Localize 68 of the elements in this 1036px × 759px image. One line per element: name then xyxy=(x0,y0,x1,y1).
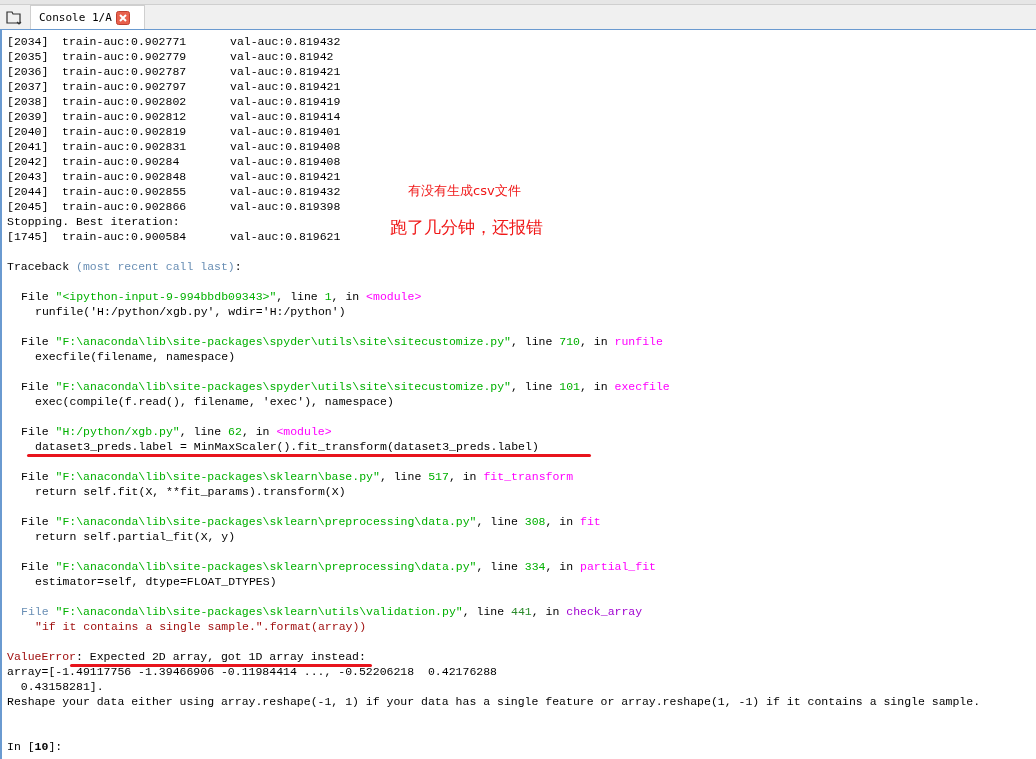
code-line: exec(compile(f.read(), filename, 'exec'), namespace) xyxy=(35,395,394,408)
console-tab[interactable]: Console 1/A xyxy=(30,5,145,29)
code-line: dataset3_preds.label = MinMaxScaler().fit_transform(dataset3_preds.label) xyxy=(35,440,539,453)
code-line: estimator=self, dtype=FLOAT_DTYPES) xyxy=(35,575,277,588)
traceback-file-line: File "H:/python/xgb.py", line 62, in <module> xyxy=(21,424,332,439)
annotation-text: 有没有生成csv文件 xyxy=(408,182,521,200)
iteration-index: [2037] xyxy=(7,79,50,94)
train-auc-value: train-auc:0.902819 xyxy=(62,124,188,139)
val-auc-value: val-auc:0.819421 xyxy=(230,64,341,79)
error-name: ValueError xyxy=(7,649,76,664)
code-line: return self.fit(X, **fit_params).transform(X) xyxy=(35,485,346,498)
output-line: Stopping. Best iteration: xyxy=(7,214,180,229)
val-auc-value: val-auc:0.819414 xyxy=(230,109,341,124)
val-auc-value: val-auc:0.819408 xyxy=(230,139,341,154)
output-line: 0.43158281]. xyxy=(19,679,104,694)
train-auc-value: train-auc:0.90284 xyxy=(62,154,181,169)
error-message: : Expected 2D array, got 1D array instead: xyxy=(76,650,366,663)
val-auc-value: val-auc:0.819621 xyxy=(230,229,341,244)
iteration-index: [2043] xyxy=(7,169,50,184)
traceback-file-line: File "F:\anaconda\lib\site-packages\sklearn\base.py", line 517, in fit_transform xyxy=(21,469,574,484)
code-line: execfile(filename, namespace) xyxy=(35,350,236,363)
code-line: "if it contains a single sample.".format(array)) xyxy=(35,619,367,634)
folder-icon[interactable] xyxy=(6,10,22,25)
output-line: Reshape your data either using array.reshape(-1, 1) if your data has a single feature or array.reshape(1, -1) if it contains a single sample. xyxy=(7,694,981,709)
iteration-index: [1745] xyxy=(7,229,50,244)
val-auc-value: val-auc:0.819419 xyxy=(230,94,341,109)
traceback-file-line: File "F:\anaconda\lib\site-packages\spyder\utils\site\sitecustomize.py", line 101, in execfile xyxy=(21,379,670,394)
train-auc-value: train-auc:0.902866 xyxy=(62,199,188,214)
iteration-index: [2040] xyxy=(7,124,50,139)
val-auc-value: val-auc:0.819408 xyxy=(230,154,341,169)
val-auc-value: val-auc:0.819432 xyxy=(230,34,341,49)
iteration-index: [2038] xyxy=(7,94,50,109)
traceback-file-line: File "F:\anaconda\lib\site-packages\sklearn\utils\validation.py", line 441, in check_array xyxy=(21,604,643,619)
traceback-header: Traceback (most recent call last): xyxy=(7,259,242,274)
iteration-index: [2035] xyxy=(7,49,50,64)
train-auc-value: train-auc:0.902802 xyxy=(62,94,188,109)
val-auc-value: val-auc:0.81942 xyxy=(230,49,334,64)
iteration-index: [2036] xyxy=(7,64,50,79)
traceback-file-line: File "F:\anaconda\lib\site-packages\sklearn\preprocessing\data.py", line 308, in fit xyxy=(21,514,601,529)
val-auc-value: val-auc:0.819432 xyxy=(230,184,341,199)
code-line: return self.partial_fit(X, y) xyxy=(35,530,236,543)
iteration-index: [2045] xyxy=(7,199,50,214)
train-auc-value: train-auc:0.902831 xyxy=(62,139,188,154)
train-auc-value: train-auc:0.902779 xyxy=(62,49,188,64)
train-auc-value: train-auc:0.902771 xyxy=(62,34,188,49)
traceback-file-line: File "F:\anaconda\lib\site-packages\sklearn\preprocessing\data.py", line 334, in partial_fit xyxy=(21,559,656,574)
traceback-file-line: File "F:\anaconda\lib\site-packages\spyder\utils\site\sitecustomize.py", line 710, in runfile xyxy=(21,334,663,349)
train-auc-value: train-auc:0.902848 xyxy=(62,169,188,184)
train-auc-value: train-auc:0.902797 xyxy=(62,79,188,94)
code-line: runfile('H:/python/xgb.py', wdir='H:/python') xyxy=(35,305,346,318)
val-auc-value: val-auc:0.819421 xyxy=(230,169,341,184)
val-auc-value: val-auc:0.819398 xyxy=(230,199,341,214)
iteration-index: [2041] xyxy=(7,139,50,154)
iteration-index: [2042] xyxy=(7,154,50,169)
traceback-file-line: File "<ipython-input-9-994bbdb09343>", line 1, in <module> xyxy=(21,289,422,304)
iteration-index: [2039] xyxy=(7,109,50,124)
train-auc-value: train-auc:0.902812 xyxy=(62,109,188,124)
iteration-index: [2034] xyxy=(7,34,50,49)
val-auc-value: val-auc:0.819421 xyxy=(230,79,341,94)
output-line: array=[-1.49117756 -1.39466906 -0.11984414 ..., -0.52206218 0.42176288 xyxy=(7,664,497,679)
iteration-index: [2044] xyxy=(7,184,50,199)
annotation-text: 跑了几分钟，还报错 xyxy=(390,216,543,239)
close-icon[interactable] xyxy=(115,10,130,25)
train-auc-value: train-auc:0.902787 xyxy=(62,64,188,79)
val-auc-value: val-auc:0.819401 xyxy=(230,124,341,139)
train-auc-value: train-auc:0.900584 xyxy=(62,229,188,244)
train-auc-value: train-auc:0.902855 xyxy=(62,184,188,199)
input-prompt: In [10]: xyxy=(7,739,63,754)
